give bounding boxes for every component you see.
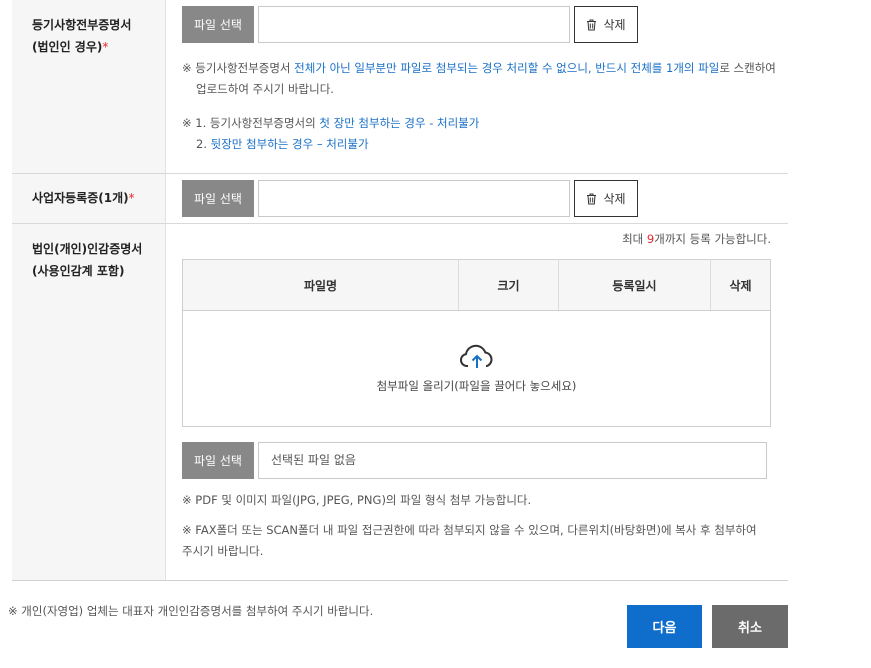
seal-label-line1: 법인(개인)인감증명서 <box>32 242 143 256</box>
file-table: 파일명 크기 등록일시 삭제 <box>182 259 771 311</box>
registry-note3-highlight: 뒷장만 첨부하는 경우 – 처리불가 <box>210 137 369 151</box>
registry-note1: ※ 등기사항전부증명서 전체가 아닌 일부분만 파일로 첨부되는 경우 처리할 … <box>182 58 788 79</box>
registry-delete-label: 삭제 <box>603 18 626 32</box>
registry-note2-highlight: 첫 장만 첨부하는 경우 - 처리불가 <box>319 116 480 130</box>
upload-limit-text: 최대 9개까지 등록 가능합니다. <box>182 230 771 259</box>
registry-label: 등기사항전부증명서 (법인인 경우)* <box>12 0 166 173</box>
registry-note1-highlight: 전체가 아닌 일부분만 파일로 첨부되는 경우 처리할 수 없으니, 반드시 전… <box>294 61 720 75</box>
business-content: 파일 선택 삭제 <box>166 174 788 223</box>
registry-note3-prefix: 2. <box>196 137 211 151</box>
upload-limit-suffix: 개까지 등록 가능합니다. <box>654 232 771 246</box>
registry-delete-button[interactable]: 삭제 <box>574 6 638 43</box>
cloud-upload-icon <box>459 344 493 368</box>
column-filename: 파일명 <box>182 259 459 311</box>
cancel-button[interactable]: 취소 <box>712 605 788 648</box>
dropzone-text: 첨부파일 올리기(파일을 끌어다 놓으세요) <box>376 378 577 393</box>
business-label: 사업자등록증(1개)* <box>12 174 166 223</box>
footer-note: ※ 개인(자영업) 업체는 대표자 개인인감증명서를 첨부하여 주시기 바랍니다… <box>8 604 374 618</box>
business-delete-button[interactable]: 삭제 <box>574 180 638 217</box>
attachment-form: 등기사항전부증명서 (법인인 경우)* 파일 선택 삭제 ※ 등기사항전부증명서… <box>12 0 788 581</box>
business-row: 사업자등록증(1개)* 파일 선택 삭제 <box>12 173 788 223</box>
column-delete: 삭제 <box>710 259 771 311</box>
seal-label-line2: (사용인감계 포함) <box>32 264 125 278</box>
registry-note1-prefix: ※ 등기사항전부증명서 <box>182 61 295 75</box>
file-table-header: 파일명 크기 등록일시 삭제 <box>182 259 771 311</box>
business-file-select-button[interactable]: 파일 선택 <box>182 180 254 217</box>
column-date: 등록일시 <box>558 259 711 311</box>
seal-content: 최대 9개까지 등록 가능합니다. 파일명 크기 등록일시 삭제 첨부파일 올리… <box>166 224 788 580</box>
registry-file-field[interactable] <box>258 6 570 43</box>
business-label-text: 사업자등록증(1개) <box>32 191 129 205</box>
seal-note2-line2: 주시기 바랍니다. <box>182 544 264 558</box>
seal-filebar: 파일 선택 선택된 파일 없음 <box>182 442 788 479</box>
seal-selected-file-field[interactable]: 선택된 파일 없음 <box>258 442 767 479</box>
column-size: 크기 <box>458 259 559 311</box>
seal-note2-line1: ※ FAX폴더 또는 SCAN폴더 내 파일 접근권한에 따라 첨부되지 않을 … <box>182 523 757 537</box>
seal-file-select-button[interactable]: 파일 선택 <box>182 442 254 479</box>
registry-note2: ※ 1. 등기사항전부증명서의 첫 장만 첨부하는 경우 - 처리불가 <box>182 113 788 134</box>
registry-row: 등기사항전부증명서 (법인인 경우)* 파일 선택 삭제 ※ 등기사항전부증명서… <box>12 0 788 173</box>
trash-icon <box>587 19 597 30</box>
registry-note2-prefix: ※ 1. 등기사항전부증명서의 <box>182 116 320 130</box>
business-filebar: 파일 선택 삭제 <box>182 180 788 217</box>
seal-label: 법인(개인)인감증명서 (사용인감계 포함) <box>12 224 166 580</box>
registry-note1-line2: 업로드하여 주시기 바랍니다. <box>196 82 334 96</box>
upload-limit-prefix: 최대 <box>622 232 647 246</box>
required-mark: * <box>128 191 135 205</box>
registry-label-line2: (법인인 경우) <box>32 40 103 54</box>
registry-label-line1: 등기사항전부증명서 <box>32 18 132 32</box>
next-button[interactable]: 다음 <box>627 605 702 648</box>
business-delete-label: 삭제 <box>603 192 626 206</box>
registry-content: 파일 선택 삭제 ※ 등기사항전부증명서 전체가 아닌 일부분만 파일로 첨부되… <box>166 0 788 173</box>
seal-note1: ※ PDF 및 이미지 파일(JPG, JPEG, PNG)의 파일 형식 첨부… <box>182 493 532 507</box>
trash-icon <box>587 193 597 204</box>
registry-note1-suffix: 로 스캔하여 <box>719 61 776 75</box>
file-dropzone[interactable]: 첨부파일 올리기(파일을 끌어다 놓으세요) <box>182 311 771 427</box>
registry-filebar: 파일 선택 삭제 <box>182 6 788 43</box>
seal-row: 법인(개인)인감증명서 (사용인감계 포함) 최대 9개까지 등록 가능합니다.… <box>12 223 788 580</box>
business-file-field[interactable] <box>258 180 570 217</box>
registry-note3: 2. 뒷장만 첨부하는 경우 – 처리불가 <box>182 134 788 155</box>
registry-file-select-button[interactable]: 파일 선택 <box>182 6 254 43</box>
required-mark: * <box>102 40 109 54</box>
